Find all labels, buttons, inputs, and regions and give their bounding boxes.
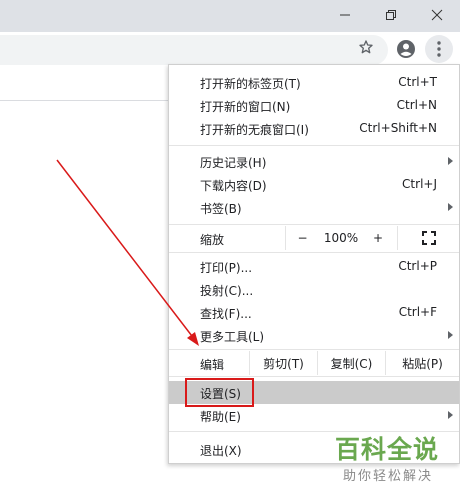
menu-separator — [169, 349, 459, 350]
menu-item-shortcut: Ctrl+Shift+N — [359, 121, 437, 135]
menu-item-label: 书签(B) — [200, 202, 242, 216]
menu-item-label: 投射(C)... — [200, 284, 254, 298]
menu-item-label: 更多工具(L) — [200, 330, 265, 344]
menu-item-shortcut: Ctrl+F — [398, 305, 437, 319]
bookmark-star-button[interactable] — [355, 36, 377, 58]
watermark: 百科全说 助你轻松解决 — [330, 430, 460, 493]
minimize-button[interactable] — [322, 0, 368, 30]
menu-item-cast[interactable]: 投射(C)... — [169, 278, 459, 301]
highlight-box — [185, 378, 254, 407]
copy-button[interactable]: 复制(C) — [317, 351, 385, 375]
menu-item-new-tab[interactable]: 打开新的标签页(T) Ctrl+T — [169, 71, 459, 94]
menu-separator — [169, 252, 459, 253]
minimize-icon — [340, 14, 350, 16]
menu-item-shortcut: Ctrl+P — [398, 259, 437, 273]
menu-item-history[interactable]: 历史记录(H) — [169, 150, 459, 173]
star-icon — [359, 40, 373, 54]
profile-button[interactable] — [392, 35, 420, 63]
menu-item-more-tools[interactable]: 更多工具(L) — [169, 324, 459, 347]
menu-item-label: 查找(F)... — [200, 307, 252, 321]
submenu-arrow-icon — [448, 331, 453, 339]
more-icon — [437, 41, 441, 57]
menu-item-shortcut: Ctrl+T — [398, 75, 437, 89]
restore-icon — [386, 10, 396, 20]
menu-item-shortcut: Ctrl+J — [402, 177, 437, 191]
profile-icon — [397, 40, 415, 58]
menu-item-new-incognito-window[interactable]: 打开新的无痕窗口(I) Ctrl+Shift+N — [169, 117, 459, 140]
menu-item-find[interactable]: 查找(F)... Ctrl+F — [169, 301, 459, 324]
menu-item-label: 下载内容(D) — [200, 179, 267, 193]
submenu-arrow-icon — [448, 203, 453, 211]
menu-item-label: 退出(X) — [200, 444, 242, 458]
close-icon — [431, 9, 443, 21]
fullscreen-icon — [421, 231, 436, 245]
submenu-arrow-icon — [448, 157, 453, 165]
menu-item-new-window[interactable]: 打开新的窗口(N) Ctrl+N — [169, 94, 459, 117]
submenu-arrow-icon — [448, 411, 453, 419]
cut-button[interactable]: 剪切(T) — [249, 351, 317, 375]
menu-item-print[interactable]: 打印(P)... Ctrl+P — [169, 255, 459, 278]
menu-item-shortcut: Ctrl+N — [396, 98, 437, 112]
menu-item-bookmarks[interactable]: 书签(B) — [169, 196, 459, 219]
menu-separator — [169, 376, 459, 377]
menu-item-help[interactable]: 帮助(E) — [169, 404, 459, 427]
menu-item-label: 打印(P)... — [200, 261, 253, 275]
restore-button[interactable] — [368, 0, 414, 30]
watermark-subtitle: 助你轻松解决 — [343, 469, 434, 484]
zoom-label: 缩放 — [200, 233, 225, 247]
paste-button[interactable]: 粘贴(P) — [385, 351, 459, 375]
window-title-bar — [0, 0, 460, 32]
browser-toolbar — [0, 32, 460, 68]
fullscreen-button[interactable] — [397, 226, 459, 250]
menu-item-label: 打开新的标签页(T) — [200, 77, 301, 91]
menu-item-downloads[interactable]: 下载内容(D) Ctrl+J — [169, 173, 459, 196]
more-menu-button[interactable] — [425, 35, 453, 63]
close-button[interactable] — [414, 0, 460, 30]
zoom-in-button[interactable]: + — [363, 226, 393, 250]
chrome-main-menu: 打开新的标签页(T) Ctrl+T 打开新的窗口(N) Ctrl+N 打开新的无… — [168, 64, 460, 464]
menu-item-label: 历史记录(H) — [200, 156, 267, 170]
address-bar[interactable] — [0, 35, 388, 65]
menu-item-label: 打开新的无痕窗口(I) — [200, 123, 309, 137]
menu-edit-row: 编辑 剪切(T) 复制(C) 粘贴(P) — [169, 351, 459, 375]
menu-zoom-row: 缩放 − 100% + — [169, 226, 459, 250]
zoom-level: 100% — [323, 231, 359, 245]
edit-label: 编辑 — [200, 358, 225, 372]
menu-separator — [169, 145, 459, 146]
toolbar-divider — [0, 100, 168, 101]
menu-item-label: 帮助(E) — [200, 410, 241, 424]
menu-item-label: 打开新的窗口(N) — [200, 100, 291, 114]
menu-separator — [169, 224, 459, 225]
zoom-out-button[interactable]: − — [285, 226, 319, 250]
watermark-title: 百科全说 — [335, 435, 440, 464]
